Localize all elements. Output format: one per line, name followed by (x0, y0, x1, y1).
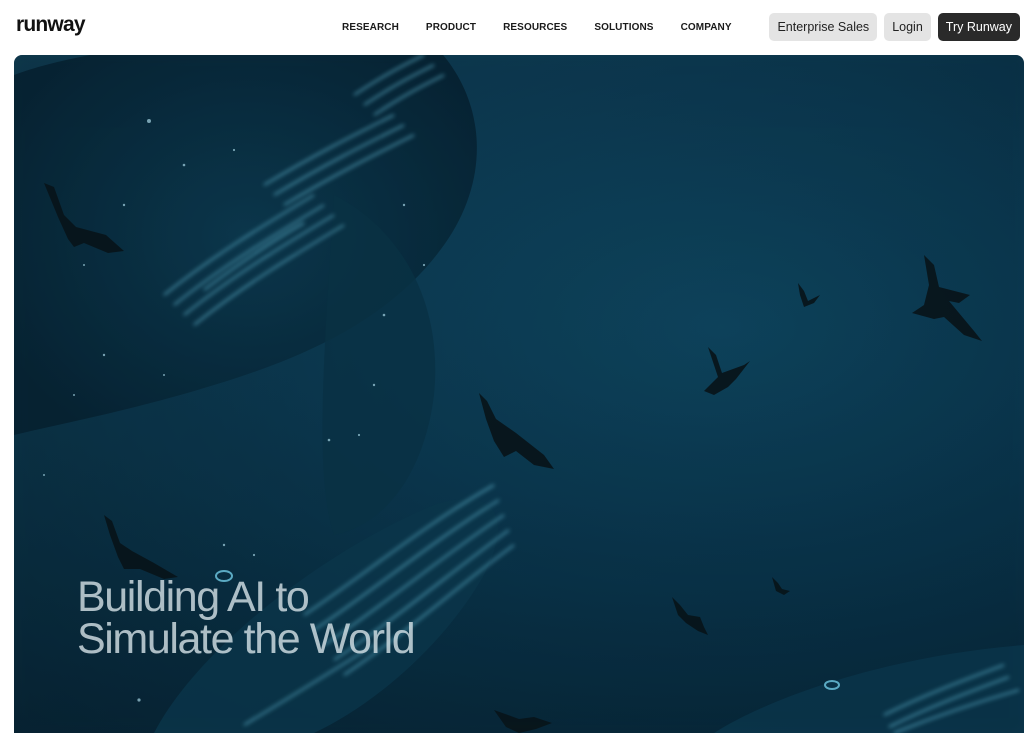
nav-item-company[interactable]: COMPANY (681, 22, 732, 33)
hero-section: Building AI to Simulate the World (14, 55, 1024, 733)
try-runway-button[interactable]: Try Runway (937, 13, 1020, 41)
hero-headline: Building AI to Simulate the World (77, 573, 416, 663)
main-nav: RESEARCH PRODUCT RESOURCES SOLUTIONS COM… (342, 22, 759, 33)
hero-headline-line-1: Building AI to (77, 573, 310, 621)
login-button[interactable]: Login (884, 13, 931, 41)
nav-item-solutions[interactable]: SOLUTIONS (594, 22, 653, 33)
nav-item-resources[interactable]: RESOURCES (503, 22, 567, 33)
enterprise-sales-button[interactable]: Enterprise Sales (769, 13, 878, 41)
hero-headline-line-2: Simulate the World (77, 615, 416, 663)
nav-item-product[interactable]: PRODUCT (426, 22, 476, 33)
header-actions: Enterprise Sales Login Try Runway (769, 13, 1020, 41)
runway-logo[interactable]: runway (16, 13, 86, 37)
top-navigation-bar: runway RESEARCH PRODUCT RESOURCES SOLUTI… (0, 0, 1024, 54)
nav-item-research[interactable]: RESEARCH (342, 22, 399, 33)
